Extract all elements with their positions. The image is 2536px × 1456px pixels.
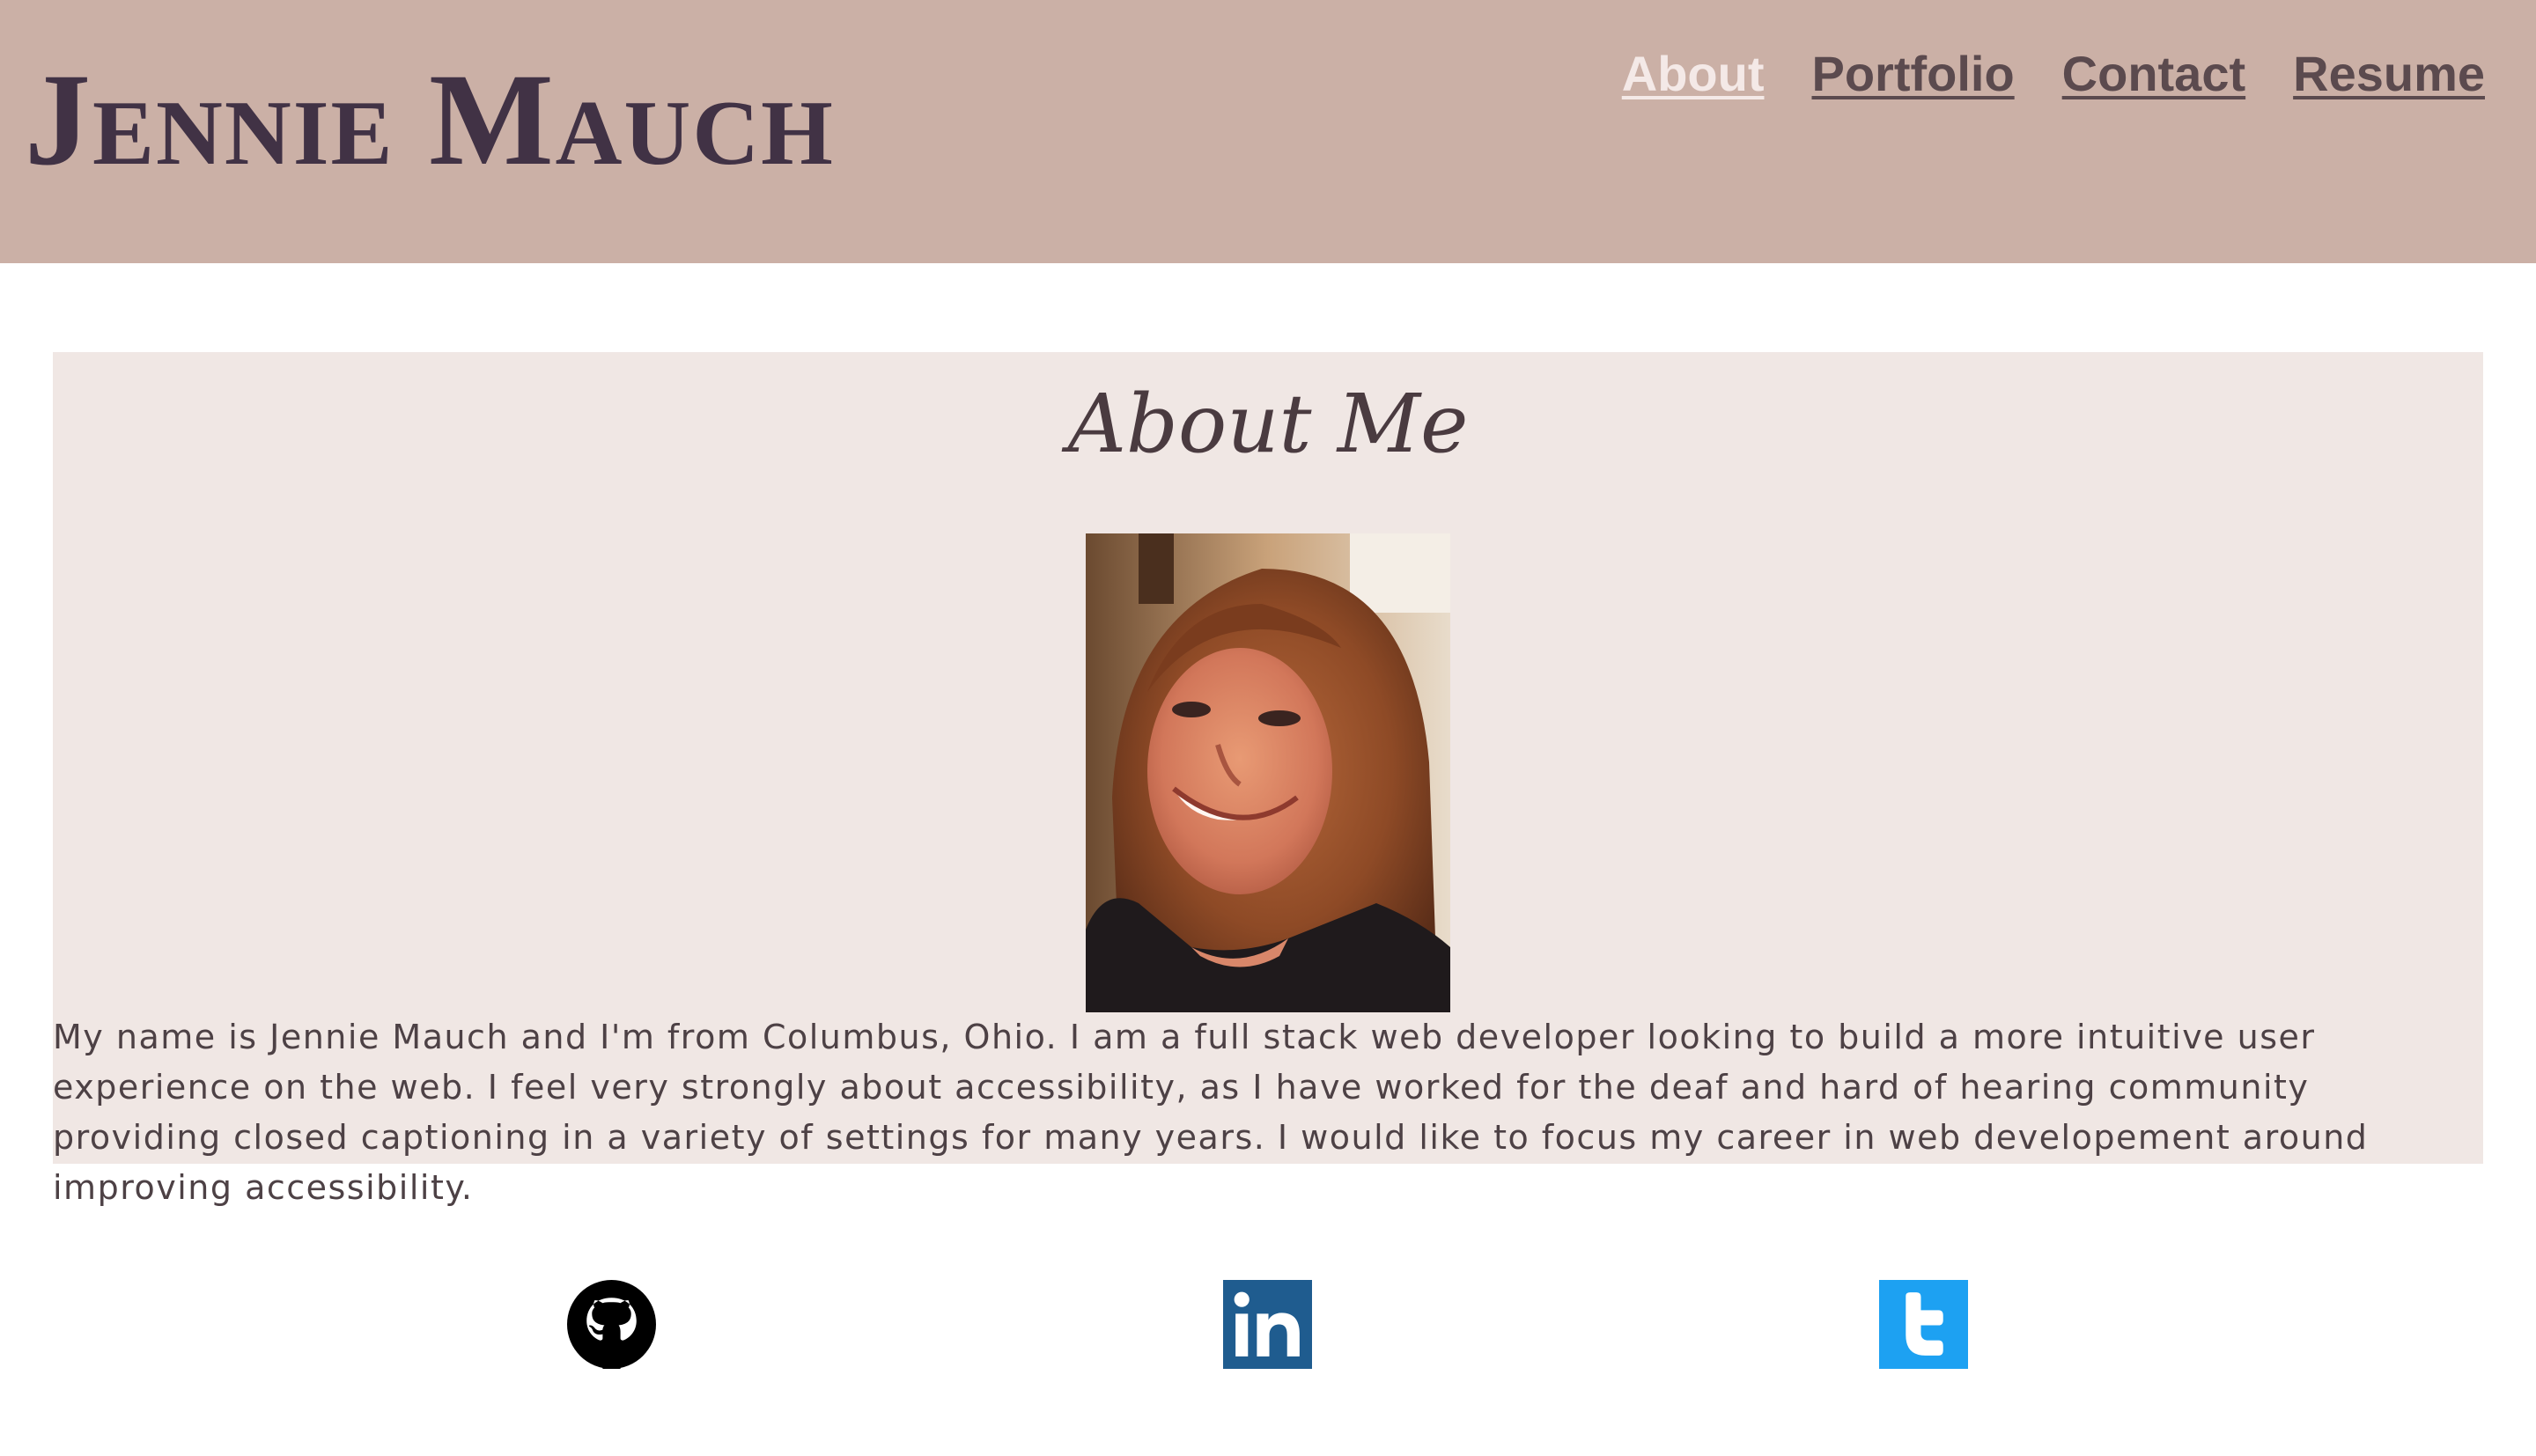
nav-portfolio-link[interactable]: Portfolio [1811, 42, 2014, 106]
linkedin-icon [1223, 1280, 1312, 1369]
site-header: Jennie Mauch About Portfolio Contact Res… [0, 0, 2536, 263]
twitter-icon [1879, 1280, 1968, 1369]
github-icon [567, 1280, 656, 1369]
about-heading: About Me [1067, 377, 1469, 471]
bio-text: My name is Jennie Mauch and I'm from Col… [53, 1018, 2369, 1207]
about-section: About Me My name is Jennie Mauch and I'm… [53, 352, 2483, 1207]
site-title: Jennie Mauch [25, 47, 835, 193]
main-nav: About Portfolio Contact Resume [1622, 42, 2485, 106]
linkedin-link[interactable] [1223, 1280, 1312, 1369]
profile-photo [1086, 533, 1450, 1012]
nav-about-link[interactable]: About [1622, 42, 1765, 106]
github-link[interactable] [567, 1280, 656, 1369]
nav-contact-link[interactable]: Contact [2062, 42, 2245, 106]
twitter-link[interactable] [1879, 1280, 1968, 1369]
nav-resume-link[interactable]: Resume [2293, 42, 2485, 106]
